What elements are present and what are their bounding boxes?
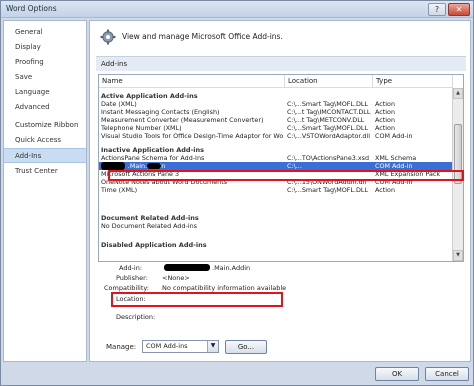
sidebar-item-language[interactable]: Language — [4, 85, 86, 100]
row-location: C:\...VSTOWordAdaptor.dll — [287, 132, 371, 140]
word-options-dialog: Word Options ? ✕ General Display Proofin… — [0, 0, 474, 386]
row-name: Measurement Converter (Measurement Conve… — [101, 116, 264, 124]
add-ins-panel: View and manage Microsoft Office Add-ins… — [89, 20, 471, 362]
sidebar-item-general[interactable]: General — [4, 25, 86, 40]
detail-publisher-value: <None> — [162, 274, 190, 282]
manage-label: Manage: — [106, 343, 137, 351]
table-row[interactable]: ActionsPane Schema for Add-Ins C:\...TO\… — [99, 154, 452, 162]
detail-addin-label: Add-in: — [119, 264, 143, 272]
row-location: C:\...t Tag\METCONV.DLL — [287, 116, 365, 124]
row-name: Date (XML) — [101, 100, 137, 108]
sidebar-item-proofing[interactable]: Proofing — [4, 55, 86, 70]
group-header-active: Active Application Add-ins — [101, 92, 198, 100]
row-name: Visual Studio Tools for Office Design-Ti… — [101, 132, 283, 140]
manage-dropdown[interactable]: COM Add-ins ▼ — [142, 340, 219, 353]
panel-description: View and manage Microsoft Office Add-ins… — [122, 32, 283, 41]
detail-publisher-label: Publisher: — [116, 274, 148, 282]
window-title: Word Options — [6, 4, 57, 13]
row-name: No Document Related Add-ins — [101, 222, 197, 230]
row-type: COM Add-in — [375, 132, 413, 140]
scroll-down-icon[interactable]: ▼ — [453, 250, 463, 261]
chevron-down-icon[interactable]: ▼ — [207, 341, 218, 352]
addins-gear-icon — [100, 29, 116, 45]
row-name: ActionsPane Schema for Add-Ins — [101, 154, 205, 162]
cancel-button[interactable]: Cancel — [425, 367, 469, 381]
row-name: Telephone Number (XML) — [101, 124, 182, 132]
row-name: Time (XML) — [101, 186, 138, 194]
row-type: XML Schema — [375, 154, 417, 162]
row-location: C:\...Smart Tag\MOFL.DLL — [287, 100, 369, 108]
row-type: COM Add-in — [375, 162, 413, 170]
sidebar-item-save[interactable]: Save — [4, 70, 86, 85]
title-bar: Word Options ? ✕ — [1, 1, 473, 18]
row-location: C:\...Smart Tag\MOFL.DLL — [287, 186, 369, 194]
sidebar-item-customize-ribbon[interactable]: Customize Ribbon — [4, 118, 86, 133]
detail-description-label: Description: — [116, 313, 156, 321]
row-location: C:\...Smart Tag\MOFL.DLL — [287, 124, 369, 132]
add-ins-list[interactable]: Name Location Type Active Application Ad… — [98, 74, 464, 262]
column-header-location[interactable]: Location — [285, 75, 373, 88]
sidebar-item-advanced[interactable]: Advanced — [4, 100, 86, 115]
help-button[interactable]: ? — [428, 3, 446, 16]
go-button[interactable]: Go... — [225, 340, 267, 354]
row-location: C:\...TO\ActionsPane3.xsd — [287, 154, 370, 162]
redaction-mark — [101, 162, 125, 170]
close-button[interactable]: ✕ — [448, 3, 470, 16]
row-type: Action — [375, 124, 396, 132]
highlight-box-selected-row — [108, 170, 464, 181]
row-type: Action — [375, 108, 396, 116]
table-row[interactable]: Measurement Converter (Measurement Conve… — [99, 116, 452, 124]
column-header-type[interactable]: Type — [373, 75, 453, 88]
table-row[interactable]: Instant Messaging Contacts (English) C:\… — [99, 108, 452, 116]
detail-addin-value: .Main.Addin — [212, 264, 251, 272]
detail-compatibility-label: Compatibility: — [104, 284, 149, 292]
sidebar-item-trust-center[interactable]: Trust Center — [4, 164, 86, 179]
table-row[interactable]: Date (XML) C:\...Smart Tag\MOFL.DLL Acti… — [99, 100, 452, 108]
detail-compatibility-value: No compatibility information available — [162, 284, 287, 292]
manage-selected-value: COM Add-ins — [146, 342, 188, 350]
row-name: Instant Messaging Contacts (English) — [101, 108, 220, 116]
table-row[interactable]: Time (XML) C:\...Smart Tag\MOFL.DLL Acti… — [99, 186, 452, 194]
row-location: C:\... — [287, 162, 302, 170]
table-row[interactable]: No Document Related Add-ins — [99, 222, 452, 230]
group-header-document-related: Document Related Add-ins — [101, 214, 199, 222]
ok-button[interactable]: OK — [375, 367, 419, 381]
group-header-inactive: Inactive Application Add-ins — [101, 146, 205, 154]
column-header-name[interactable]: Name — [99, 75, 285, 88]
row-location: C:\...t Tag\IMCONTACT.DLL — [287, 108, 371, 116]
sidebar-item-quick-access-toolbar[interactable]: Quick Access Toolbar — [4, 133, 86, 159]
table-row[interactable]: Telephone Number (XML) C:\...Smart Tag\M… — [99, 124, 452, 132]
row-name: .Office2 .Main.Addin — [101, 162, 166, 170]
table-row[interactable]: Visual Studio Tools for Office Design-Ti… — [99, 132, 452, 140]
detail-location-label: Location: — [116, 295, 146, 303]
row-type: Action — [375, 186, 396, 194]
row-type: Action — [375, 100, 396, 108]
redaction-mark — [147, 163, 161, 169]
options-sidebar: General Display Proofing Save Language A… — [3, 20, 87, 362]
redaction-mark — [164, 264, 210, 271]
group-header-disabled: Disabled Application Add-ins — [101, 241, 207, 249]
sidebar-item-display[interactable]: Display — [4, 40, 86, 55]
row-type: Action — [375, 116, 396, 124]
scroll-up-icon[interactable]: ▲ — [453, 88, 463, 99]
section-heading: Add-ins — [96, 56, 466, 71]
sidebar-item-add-ins[interactable]: Add-Ins — [4, 148, 86, 163]
